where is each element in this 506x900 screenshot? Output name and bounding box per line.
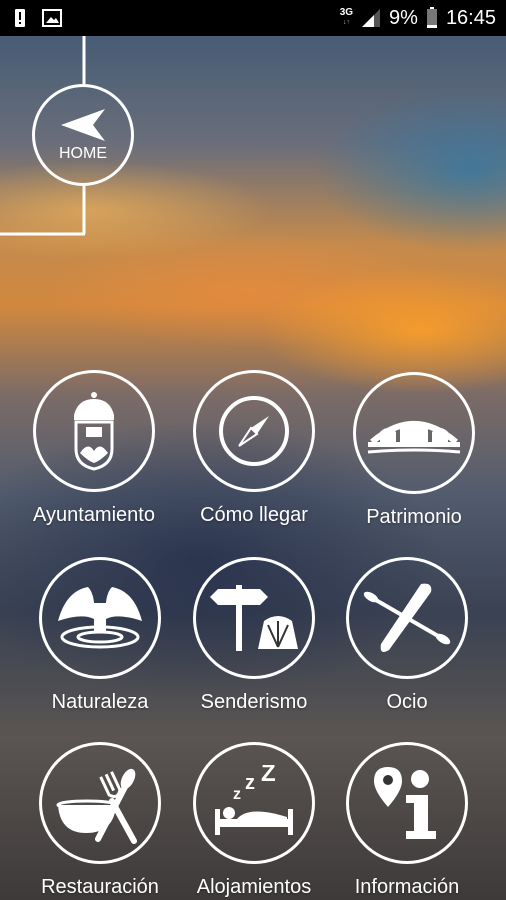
menu-item-ring (346, 557, 468, 679)
menu-item-restauracion[interactable]: Restauración (20, 742, 180, 899)
svg-text:z: z (233, 786, 241, 803)
svg-text:z: z (245, 772, 255, 794)
menu-item-naturaleza[interactable]: Naturaleza (20, 557, 180, 714)
menu-item-ayuntamiento[interactable]: Ayuntamiento (14, 370, 174, 527)
signpost-shell-icon (206, 581, 302, 655)
battery-percent: 9% (389, 6, 418, 29)
menu-item-label: Senderismo (200, 691, 308, 713)
home-nav: HOME (0, 36, 140, 236)
home-button[interactable]: HOME (32, 84, 134, 186)
menu-item-ring (346, 742, 468, 864)
menu-item-ring (39, 557, 161, 679)
menu-item-senderismo[interactable]: Senderismo (174, 557, 334, 714)
menu-item-label: Alojamientos (196, 876, 312, 898)
status-bar: 3G ↓↑ 9% 16:45 (0, 0, 506, 36)
menu-item-ring (193, 370, 315, 492)
menu-item-como-llegar[interactable]: Cómo llegar (174, 370, 334, 527)
menu-item-ring (33, 370, 155, 492)
svg-text:Z: Z (261, 765, 276, 787)
image-icon (42, 9, 62, 27)
network-type: 3G ↓↑ (339, 7, 354, 27)
menu-item-alojamientos[interactable]: z z Z Alojamientos (174, 742, 334, 899)
home-label: HOME (59, 145, 107, 162)
menu-item-ocio[interactable]: Ocio (327, 557, 487, 714)
menu-item-label: Cómo llegar (200, 504, 308, 526)
bowl-utensils-icon (52, 761, 148, 845)
info-location-icon (370, 763, 444, 843)
menu-item-label: Ocio (386, 691, 428, 713)
menu-item-label: Patrimonio (366, 506, 462, 528)
coat-of-arms-icon (64, 391, 124, 471)
kayak-icon (361, 578, 453, 658)
menu-item-patrimonio[interactable]: Patrimonio (334, 372, 494, 529)
menu-item-label: Ayuntamiento (33, 504, 155, 526)
bed-icon: z z Z (209, 765, 299, 841)
arrow-left-icon (59, 107, 107, 143)
compass-icon (217, 394, 291, 468)
menu-item-informacion[interactable]: Información (327, 742, 487, 899)
menu-item-ring (193, 557, 315, 679)
menu-item-label: Naturaleza (51, 691, 149, 713)
menu-item-ring (39, 742, 161, 864)
menu-item-label: Restauración (41, 876, 159, 898)
alert-icon (14, 8, 26, 28)
menu-item-ring: z z Z (193, 742, 315, 864)
waterfall-icon (52, 581, 148, 655)
clock: 16:45 (445, 6, 496, 29)
signal-icon (361, 8, 381, 28)
menu-item-label: Información (354, 876, 460, 898)
menu-item-ring (353, 372, 475, 494)
arches-building-icon (366, 406, 462, 460)
battery-icon (426, 7, 438, 29)
